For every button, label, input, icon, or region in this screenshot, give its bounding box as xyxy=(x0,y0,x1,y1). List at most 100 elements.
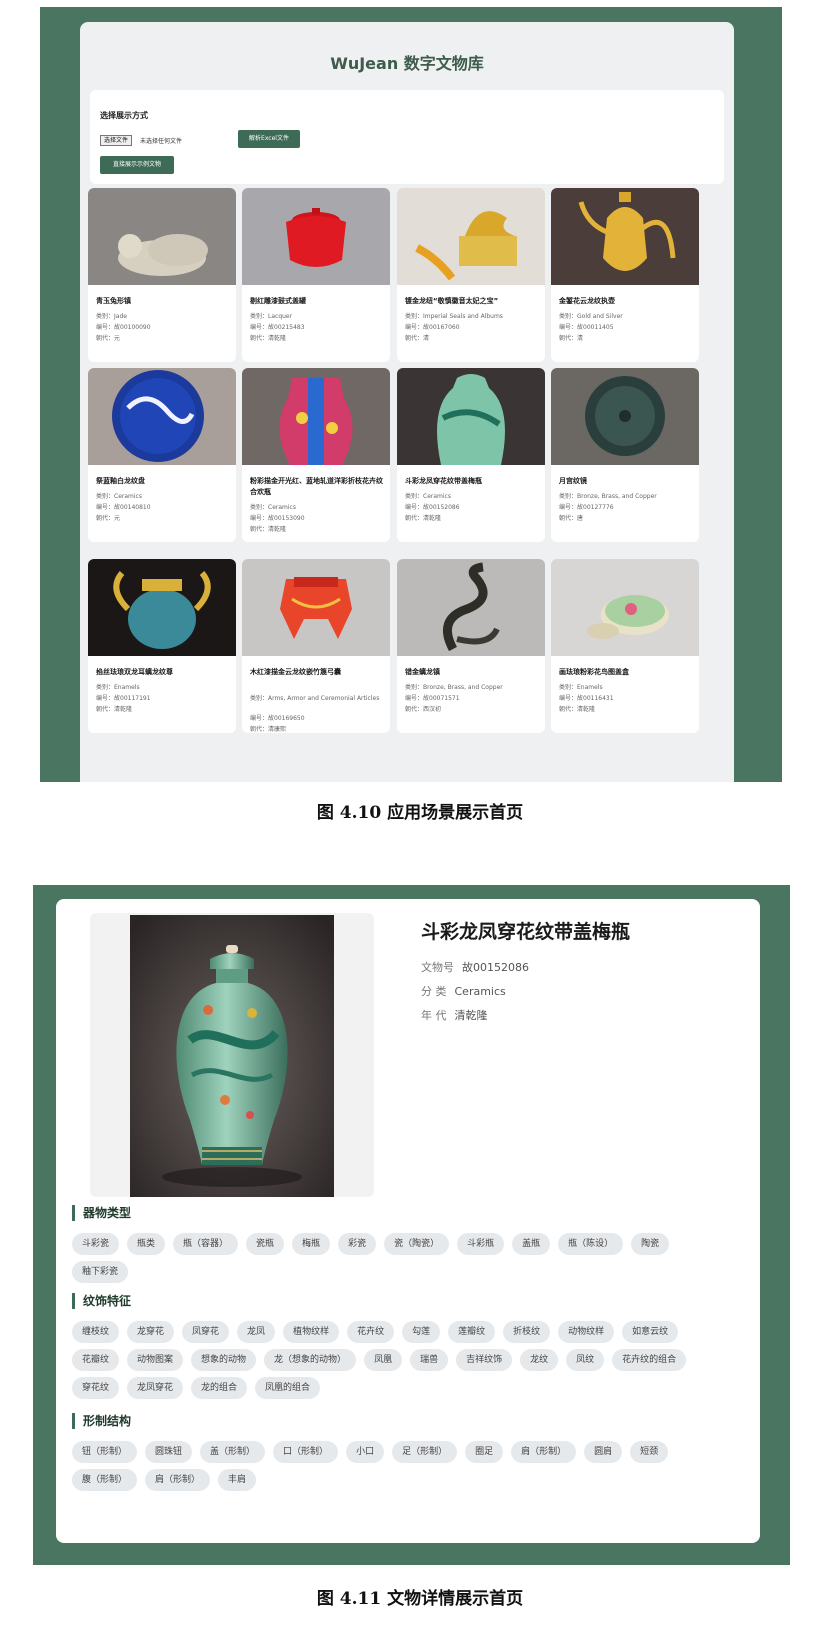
display-mode-selector: 选择展示方式 选择文件 未选择任何文件 解析Excel文件 直接展示示例文物 xyxy=(90,90,724,184)
relic-card-era: 朝代：清康熙 xyxy=(250,726,287,733)
tag-chip[interactable]: 短颈 xyxy=(630,1441,669,1463)
relic-card-era: 朝代：清 xyxy=(559,335,584,342)
tag-chip[interactable]: 如意云纹 xyxy=(622,1321,679,1343)
relic-card-era: 朝代：清乾隆 xyxy=(96,706,133,713)
tag-chip[interactable]: 瓷瓶 xyxy=(246,1233,285,1255)
relic-card-number: 编号：故00117191 xyxy=(96,695,151,702)
relic-card-number: 编号：故00140810 xyxy=(96,504,151,511)
relic-card-category: 类别：Bronze, Brass, and Copper xyxy=(559,493,657,500)
relic-card[interactable]: 斗彩龙凤穿花纹带盖梅瓶 类别：Ceramics 编号：故00152086 朝代：清乾隆 xyxy=(397,368,545,542)
tag-chip[interactable]: 凤凰 xyxy=(364,1349,403,1371)
relic-card[interactable]: 青玉兔形镇 类别：Jade 编号：故00100090 朝代：元 xyxy=(88,188,236,362)
tag-chip[interactable]: 斗彩瓶 xyxy=(457,1233,505,1255)
relic-card-number: 编号：故00153090 xyxy=(250,515,305,522)
tag-chip[interactable]: 釉下彩瓷 xyxy=(72,1261,129,1283)
show-sample-button[interactable]: 直接展示示例文物 xyxy=(100,156,174,174)
tag-chip[interactable]: 吉祥纹饰 xyxy=(456,1349,513,1371)
tag-chip[interactable]: 陶瓷 xyxy=(631,1233,670,1255)
relic-card[interactable]: 粉彩描金开光红、蓝地轧道洋彩折枝花卉纹合欢瓶 类别：Ceramics 编号：故001… xyxy=(242,368,390,542)
relic-card[interactable]: 错金螭龙镇 类别：Bronze, Brass, and Copper 编号：故000… xyxy=(397,559,545,733)
tag-chip[interactable]: 梅瓶 xyxy=(292,1233,331,1255)
figure-caption-1: 图 4.10 应用场景展示首页 xyxy=(316,803,524,823)
tag-chip[interactable]: 瓶（容器） xyxy=(173,1233,239,1255)
relic-card-title: 斗彩龙凤穿花纹带盖梅瓶 xyxy=(405,477,482,485)
figure-caption-2: 图 4.11 文物详情展示首页 xyxy=(316,1589,524,1609)
relic-card[interactable]: 金錾花云龙纹执壶 类别：Gold and Silver 编号：故00011405 朝代… xyxy=(551,188,699,362)
relic-photo-frame xyxy=(90,913,374,1197)
tag-chip[interactable]: 动物图案 xyxy=(127,1349,184,1371)
tag-chip[interactable]: 瓶（陈设） xyxy=(558,1233,624,1255)
tag-chip[interactable]: 彩瓷 xyxy=(338,1233,377,1255)
file-status: 未选择任何文件 xyxy=(140,138,183,145)
parse-excel-button[interactable]: 解析Excel文件 xyxy=(238,130,300,148)
tag-chip[interactable]: 圆珠钮 xyxy=(145,1441,193,1463)
tag-chip[interactable]: 盖瓶 xyxy=(512,1233,551,1255)
app-title: WuJean 数字文物库 xyxy=(330,54,484,73)
relic-card-number: 编号：故00127776 xyxy=(559,504,614,511)
tag-chip[interactable]: 盖（形制） xyxy=(200,1441,266,1463)
tag-chip[interactable]: 穿花纹 xyxy=(72,1377,120,1399)
tag-chip[interactable]: 莲瓣纹 xyxy=(448,1321,496,1343)
tag-chip[interactable]: 植物纹样 xyxy=(283,1321,340,1343)
relic-card[interactable]: 镀金龙纽“敬慎徽音太妃之宝” 类别：Imperial Seals and Albu… xyxy=(397,188,545,362)
tag-chip[interactable]: 圆肩 xyxy=(584,1441,623,1463)
tag-chip[interactable]: 折枝纹 xyxy=(503,1321,551,1343)
relic-thumbnail xyxy=(551,188,699,285)
relic-card-title: 祭蓝釉白龙纹盘 xyxy=(96,477,145,485)
tag-chip[interactable]: 圈足 xyxy=(465,1441,504,1463)
section-heading-vessel-type: 器物类型 xyxy=(72,1205,131,1221)
tag-chip[interactable]: 想象的动物 xyxy=(191,1349,257,1371)
relic-card-category: 类别：Enamels xyxy=(559,684,603,691)
detail-label: 年 代 xyxy=(421,1009,447,1022)
tag-chip[interactable]: 瓷（陶瓷） xyxy=(384,1233,450,1255)
selector-label: 选择展示方式 xyxy=(100,111,148,120)
tag-chip[interactable]: 龙穿花 xyxy=(127,1321,175,1343)
tag-chip[interactable]: 凤纹 xyxy=(566,1349,605,1371)
tag-chip[interactable]: 花瓣纹 xyxy=(72,1349,120,1371)
relic-photo xyxy=(130,915,334,1197)
tag-chip[interactable]: 足（形制） xyxy=(392,1441,458,1463)
relic-card-era: 朝代：清 xyxy=(405,335,430,342)
tag-chip[interactable]: 龙的组合 xyxy=(191,1377,248,1399)
relic-card[interactable]: 月宫纹镜 类别：Bronze, Brass, and Copper 编号：故0012… xyxy=(551,368,699,542)
relic-card[interactable]: 木红漆描金云龙纹嵌竹篾弓囊 类别：Arms, Armor and Ceremoni… xyxy=(242,559,390,733)
relic-card[interactable]: 画珐琅粉彩花鸟图盖盒 类别：Enamels 编号：故00116431 朝代：清乾隆 xyxy=(551,559,699,733)
tag-chip[interactable]: 花卉纹 xyxy=(347,1321,395,1343)
tag-chip[interactable]: 勾莲 xyxy=(402,1321,441,1343)
relic-thumbnail xyxy=(88,368,236,465)
relic-thumbnail xyxy=(397,559,545,656)
tag-chip[interactable]: 龙纹 xyxy=(520,1349,559,1371)
section-heading-structure: 形制结构 xyxy=(72,1413,131,1429)
relic-card-title: 掐丝珐琅双龙耳螭龙纹尊 xyxy=(96,668,173,676)
tag-chip[interactable]: 龙凤 xyxy=(237,1321,276,1343)
tag-chip[interactable]: 瑞兽 xyxy=(410,1349,449,1371)
relic-thumbnail xyxy=(88,559,236,656)
choose-file-button[interactable]: 选择文件 xyxy=(100,135,133,146)
relic-card-era: 朝代：西汉初 xyxy=(405,706,442,713)
tag-chip[interactable]: 凤穿花 xyxy=(182,1321,230,1343)
relic-card-era: 朝代：清乾隆 xyxy=(250,335,287,342)
tag-chip[interactable]: 腹（形制） xyxy=(72,1469,138,1491)
relic-card[interactable]: 剔红雕漆鼓式盖罐 类别：Lacquer 编号：故00215483 朝代：清乾隆 xyxy=(242,188,390,362)
tag-chip[interactable]: 龙凤穿花 xyxy=(127,1377,184,1399)
relic-card-category: 类别：Enamels xyxy=(96,684,140,691)
tag-chip[interactable]: 动物纹样 xyxy=(558,1321,615,1343)
tag-chip[interactable]: 缠枝纹 xyxy=(72,1321,120,1343)
tag-chip[interactable]: 小口 xyxy=(346,1441,385,1463)
relic-card-category: 类别：Lacquer xyxy=(250,313,293,320)
relic-card-number: 编号：故00169650 xyxy=(250,715,305,722)
relic-card-title: 画珐琅粉彩花鸟图盖盒 xyxy=(559,668,629,676)
tag-chip[interactable]: 瓶类 xyxy=(127,1233,166,1255)
relic-card[interactable]: 掐丝珐琅双龙耳螭龙纹尊 类别：Enamels 编号：故00117191 朝代：清乾隆 xyxy=(88,559,236,733)
tag-chip[interactable]: 凤凰的组合 xyxy=(255,1377,321,1399)
tag-chip[interactable]: 龙（想象的动物） xyxy=(264,1349,357,1371)
tag-chip[interactable]: 口（形制） xyxy=(273,1441,339,1463)
tag-chip[interactable]: 肩（形制） xyxy=(511,1441,577,1463)
tag-chip[interactable]: 斗彩瓷 xyxy=(72,1233,120,1255)
relic-card[interactable]: 祭蓝釉白龙纹盘 类别：Ceramics 编号：故00140810 朝代：元 xyxy=(88,368,236,542)
tag-chip[interactable]: 花卉纹的组合 xyxy=(612,1349,687,1371)
tag-chip[interactable]: 丰肩 xyxy=(218,1469,257,1491)
tag-chip[interactable]: 肩（形制） xyxy=(145,1469,211,1491)
relic-thumbnail xyxy=(551,559,699,656)
tag-chip[interactable]: 钮（形制） xyxy=(72,1441,138,1463)
